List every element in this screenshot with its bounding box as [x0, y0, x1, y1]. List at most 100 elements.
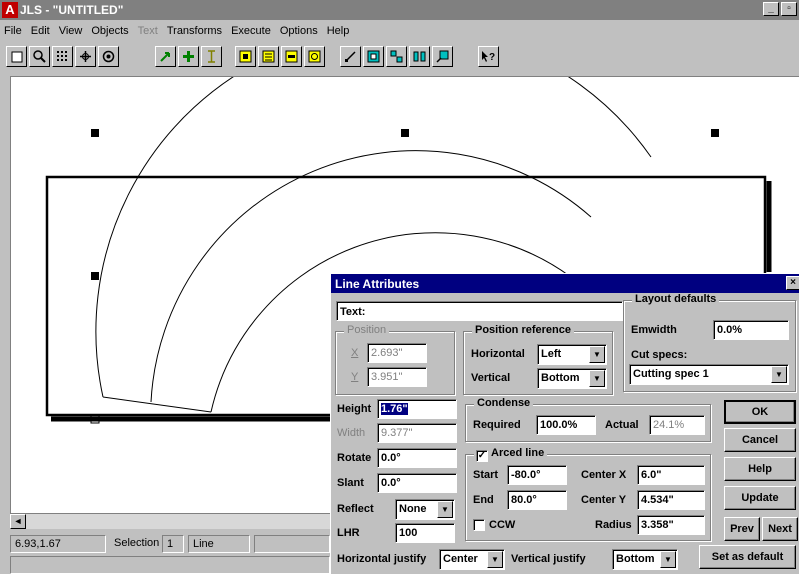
required-field[interactable]: 100.0% — [536, 415, 596, 435]
next-button[interactable]: Next — [762, 517, 798, 541]
menu-execute[interactable]: Execute — [231, 25, 271, 37]
horizontal-justify-select[interactable]: Center ▼ — [439, 549, 505, 570]
selection-handle — [401, 129, 409, 137]
rotate-label: Rotate — [337, 452, 372, 464]
emwidth-label: Emwidth — [631, 324, 677, 336]
view-icon[interactable] — [98, 46, 119, 67]
rotate-field[interactable]: 0.0° — [377, 448, 457, 468]
cut-specs-select[interactable]: Cutting spec 1 ▼ — [629, 364, 789, 385]
chevron-down-icon: ▼ — [771, 366, 787, 383]
set-as-default-button[interactable]: Set as default — [699, 545, 796, 569]
end-field[interactable]: 80.0° — [507, 490, 567, 510]
lhr-field[interactable]: 100 — [395, 523, 455, 543]
menu-view[interactable]: View — [59, 25, 83, 37]
layer-3-icon[interactable] — [281, 46, 302, 67]
emwidth-field[interactable]: 0.0% — [713, 320, 789, 340]
status-bottom-strip — [10, 556, 330, 574]
text-cursor-icon[interactable] — [201, 46, 222, 67]
actual-field: 24.1% — [649, 415, 705, 435]
vertical-justify-label: Vertical justify — [511, 553, 586, 565]
position-reference-title: Position reference — [472, 324, 574, 336]
update-button[interactable]: Update — [724, 486, 796, 510]
layer-2-icon[interactable] — [258, 46, 279, 67]
selection-label: Selection — [114, 537, 160, 549]
selection-handle — [91, 272, 99, 280]
selection-handle — [711, 129, 719, 137]
vertical-justify-select[interactable]: Bottom ▼ — [612, 549, 678, 570]
svg-text:?: ? — [489, 52, 495, 63]
chevron-down-icon: ▼ — [589, 346, 605, 363]
toolbar: ? — [0, 43, 799, 73]
center-x-label: Center X — [581, 469, 627, 481]
lhr-label: LHR — [337, 527, 360, 539]
height-field[interactable]: 1.76" — [377, 399, 457, 419]
slant-field[interactable]: 0.0° — [377, 473, 457, 493]
radius-field[interactable]: 3.358" — [637, 515, 705, 535]
minimize-button[interactable]: _ — [763, 2, 779, 16]
menu-transforms[interactable]: Transforms — [167, 25, 222, 37]
context-help-icon[interactable]: ? — [478, 46, 499, 67]
line-tool-icon[interactable] — [340, 46, 361, 67]
vertical-label: Vertical — [471, 372, 511, 384]
start-label: Start — [473, 469, 499, 481]
close-icon[interactable]: × — [786, 276, 799, 290]
transform-icon[interactable] — [432, 46, 453, 67]
menu-edit[interactable]: Edit — [31, 25, 50, 37]
vertical-select[interactable]: Bottom ▼ — [537, 368, 607, 389]
arced-line-title: ✓ Arced line — [474, 447, 548, 462]
actual-label: Actual — [605, 419, 639, 431]
ccw-checkbox[interactable] — [473, 519, 485, 531]
horizontal-label: Horizontal — [471, 348, 525, 360]
chevron-down-icon: ▼ — [589, 370, 605, 387]
new-page-icon[interactable] — [6, 46, 27, 67]
arc-end-line — [102, 396, 212, 413]
horizontal-select[interactable]: Left ▼ — [537, 344, 607, 365]
center-y-label: Center Y — [581, 494, 627, 506]
cancel-button[interactable]: Cancel — [724, 428, 796, 452]
align-icon[interactable] — [386, 46, 407, 67]
menu-help[interactable]: Help — [327, 25, 350, 37]
chevron-down-icon: ▼ — [437, 501, 453, 518]
status-bar: 6.93,1.67 Selection 1 Line — [10, 532, 330, 554]
reflect-select[interactable]: None ▼ — [395, 499, 455, 520]
restore-button[interactable]: ▫ — [781, 2, 797, 16]
position-x-field[interactable]: 2.693" — [367, 343, 427, 363]
pointer-icon[interactable] — [155, 46, 176, 67]
center-y-field[interactable]: 4.534" — [637, 490, 705, 510]
position-y-field[interactable]: 3.951" — [367, 367, 427, 387]
app-icon: A — [2, 2, 18, 18]
center-x-field[interactable]: 6.0" — [637, 465, 705, 485]
zoom-icon[interactable] — [29, 46, 50, 67]
text-label: Text: — [340, 306, 366, 318]
condense-title: Condense — [474, 397, 534, 409]
layer-1-icon[interactable] — [235, 46, 256, 67]
width-field[interactable]: 9.377" — [377, 423, 457, 443]
ccw-label: CCW — [489, 519, 516, 531]
menu-file[interactable]: File — [4, 25, 22, 37]
horizontal-scrollbar[interactable]: ◄ — [10, 513, 330, 529]
distribute-icon[interactable] — [409, 46, 430, 67]
menu-objects[interactable]: Objects — [91, 25, 128, 37]
prev-button[interactable]: Prev — [724, 517, 760, 541]
menu-options[interactable]: Options — [280, 25, 318, 37]
selection-handle — [91, 129, 99, 137]
add-node-icon[interactable] — [178, 46, 199, 67]
scroll-left-icon[interactable]: ◄ — [10, 514, 26, 529]
start-field[interactable]: -80.0° — [507, 465, 567, 485]
grid-icon[interactable] — [52, 46, 73, 67]
text-field[interactable]: Text: — [336, 301, 623, 321]
arced-line-checkbox[interactable]: ✓ — [476, 450, 488, 462]
window-controls: _ ▫ — [763, 2, 797, 18]
horizontal-justify-label: Horizontal justify — [337, 553, 427, 565]
position-x-label: X — [351, 347, 359, 359]
move-icon[interactable] — [75, 46, 96, 67]
menu-text[interactable]: Text — [138, 25, 158, 37]
height-label: Height — [337, 403, 372, 415]
layer-4-icon[interactable] — [304, 46, 325, 67]
slant-label: Slant — [337, 477, 364, 489]
selection-count: 1 — [162, 535, 184, 553]
help-button[interactable]: Help — [724, 457, 796, 481]
chevron-down-icon: ▼ — [487, 551, 503, 568]
box-select-icon[interactable] — [363, 46, 384, 67]
ok-button[interactable]: OK — [724, 400, 796, 424]
